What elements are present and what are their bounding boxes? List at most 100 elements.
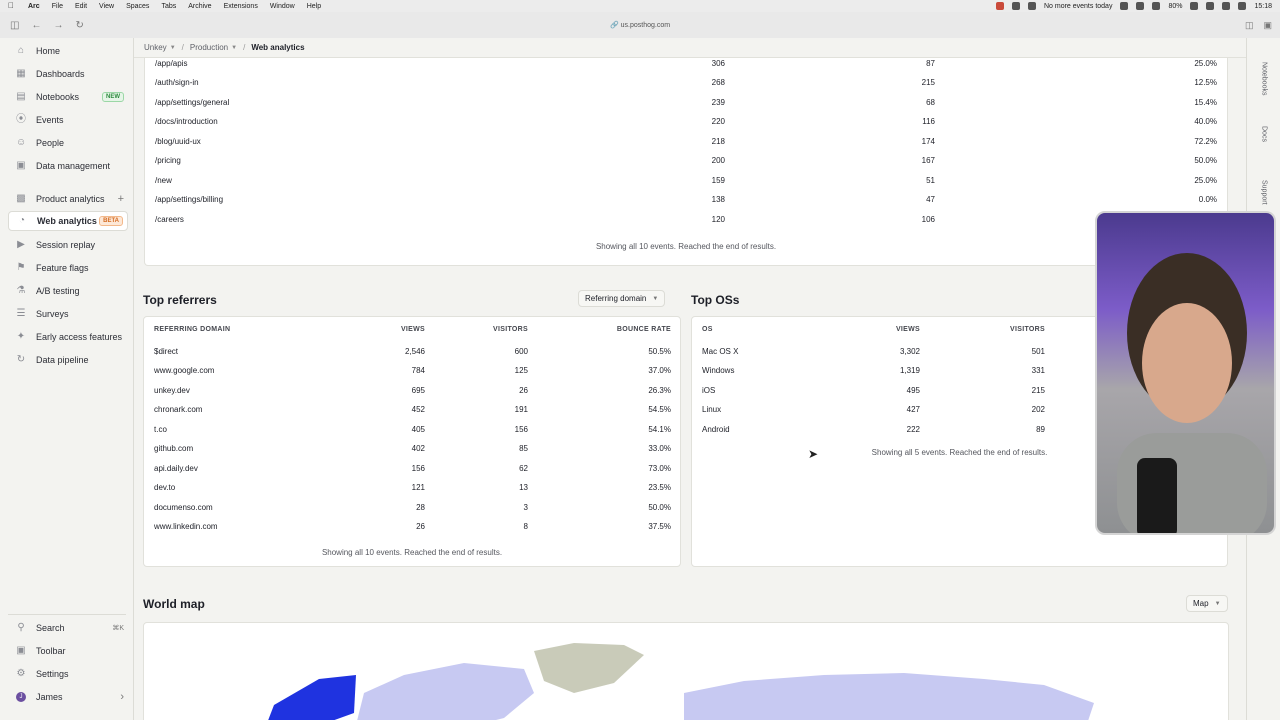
table-row[interactable]: t.co 405 156 54.1%: [144, 421, 682, 440]
menu-archive[interactable]: Archive: [188, 3, 211, 10]
bounce-cell: 54.1%: [648, 425, 671, 434]
table-row[interactable]: /blog/uuid-ux 218 174 72.2%: [145, 133, 1229, 152]
sidebar-item-dashboards[interactable]: ▦ Dashboards: [8, 64, 128, 84]
table-row[interactable]: www.linkedin.com 26 8 37.5%: [144, 518, 682, 537]
views-cell: 138: [711, 195, 725, 204]
menu-help[interactable]: Help: [307, 3, 321, 10]
split-view-icon[interactable]: ◫: [1245, 20, 1254, 31]
views-cell: 2,546: [404, 347, 425, 356]
column-header-bounce-rate[interactable]: BOUNCE RATE: [571, 326, 671, 333]
breadcrumb-project[interactable]: Production: [190, 43, 228, 52]
notebooks-panel-tab[interactable]: Notebooks: [1247, 58, 1280, 97]
table-row[interactable]: /app/settings/billing 138 47 0.0%: [145, 191, 1229, 210]
dropbox-icon[interactable]: [1120, 2, 1129, 10]
referrer-breakdown-dropdown[interactable]: Referring domain ▼: [578, 290, 666, 307]
sidebar-item-ab-testing[interactable]: ⚗ A/B testing: [8, 281, 128, 301]
sidebar-item-data-management[interactable]: ▣ Data management: [8, 156, 128, 176]
table-row[interactable]: www.google.com 784 125 37.0%: [144, 362, 682, 381]
url-text: us.posthog.com: [620, 22, 671, 29]
table-row[interactable]: documenso.com 28 3 50.0%: [144, 499, 682, 518]
column-header-domain[interactable]: REFERRING DOMAIN: [154, 326, 230, 333]
chevron-down-icon: ▼: [169, 44, 176, 51]
sidebar-item-toolbar[interactable]: ▣ Toolbar: [8, 641, 128, 661]
support-panel-tab[interactable]: Support: [1247, 176, 1280, 206]
battery-level[interactable]: 80%: [1168, 3, 1182, 10]
sidebar-item-label: Data pipeline: [36, 355, 89, 365]
panel-icon[interactable]: ▣: [1263, 20, 1272, 31]
table-row[interactable]: $direct 2,546 600 50.5%: [144, 343, 682, 362]
sidebar-item-web-analytics[interactable]: ◔ Web analytics BETA: [8, 211, 128, 231]
bluetooth-icon[interactable]: [1152, 2, 1161, 10]
calendar-icon[interactable]: [1027, 2, 1036, 10]
dropdown-value: Map: [1193, 599, 1209, 608]
sidebar-item-settings[interactable]: ⚙ Settings: [8, 664, 128, 684]
sidebar-item-surveys[interactable]: ☰ Surveys: [8, 304, 128, 324]
battery-icon[interactable]: [1190, 2, 1199, 10]
menu-window[interactable]: Window: [270, 3, 295, 10]
map-region-north-america[interactable]: [354, 663, 534, 720]
volume-icon[interactable]: [1136, 2, 1145, 10]
bounce-cell: 37.0%: [648, 366, 671, 375]
domain-cell: chronark.com: [154, 405, 203, 414]
breadcrumb-org[interactable]: Unkey: [144, 43, 167, 52]
path-cell: /app/settings/general: [155, 98, 230, 107]
views-cell: 452: [411, 405, 425, 414]
path-cell: /auth/sign-in: [155, 78, 199, 87]
menu-tabs[interactable]: Tabs: [161, 3, 176, 10]
table-row[interactable]: /docs/introduction 220 116 40.0%: [145, 113, 1229, 132]
map-region-europe-asia[interactable]: [684, 673, 1094, 720]
table-row[interactable]: /pricing 200 167 50.0%: [145, 152, 1229, 171]
column-header-views[interactable]: VIEWS: [345, 326, 425, 333]
wifi-icon[interactable]: [1206, 2, 1215, 10]
world-map[interactable]: [144, 623, 1229, 720]
sidebar-item-early-access[interactable]: ✦ Early access features: [8, 327, 128, 347]
table-row[interactable]: /careers 120 106: [145, 211, 1229, 230]
docs-panel-tab[interactable]: Docs: [1247, 122, 1280, 144]
map-region-greenland[interactable]: [534, 643, 644, 693]
sidebar-item-product-analytics[interactable]: ▩ Product analytics +: [8, 189, 128, 209]
visitors-cell: 68: [926, 98, 935, 107]
menu-spaces[interactable]: Spaces: [126, 3, 149, 10]
clock[interactable]: 15:18: [1254, 3, 1272, 10]
menu-file[interactable]: File: [52, 3, 63, 10]
map-view-dropdown[interactable]: Map ▼: [1186, 595, 1228, 612]
sidebar-item-session-replay[interactable]: ▶ Session replay: [8, 235, 128, 255]
table-row[interactable]: /app/settings/general 239 68 15.4%: [145, 94, 1229, 113]
sidebar-item-account[interactable]: J James ›: [8, 687, 128, 707]
map-region-alaska[interactable]: [264, 675, 356, 720]
table-row[interactable]: dev.to 121 13 23.5%: [144, 479, 682, 498]
apple-icon[interactable]: : [8, 1, 18, 11]
table-row[interactable]: api.daily.dev 156 62 73.0%: [144, 460, 682, 479]
column-header-views[interactable]: VIEWS: [840, 326, 920, 333]
column-header-visitors[interactable]: VISITORS: [965, 326, 1045, 333]
sidebar-item-notebooks[interactable]: ▤ Notebooks NEW: [8, 87, 128, 107]
calendar-status[interactable]: No more events today: [1044, 3, 1112, 10]
plus-icon[interactable]: +: [118, 193, 124, 205]
sidebar-item-feature-flags[interactable]: ⚑ Feature flags: [8, 258, 128, 278]
record-icon[interactable]: [995, 2, 1004, 10]
column-header-os[interactable]: OS: [702, 326, 713, 333]
table-row[interactable]: chronark.com 452 191 54.5%: [144, 401, 682, 420]
table-row[interactable]: /auth/sign-in 268 215 12.5%: [145, 74, 1229, 93]
sidebar-item-people[interactable]: ☺ People: [8, 133, 128, 153]
sidebar-item-search[interactable]: ⚲ Search ⌘K: [8, 618, 128, 638]
visitors-cell: 215: [921, 78, 935, 87]
spotlight-icon[interactable]: [1222, 2, 1231, 10]
sidebar-item-home[interactable]: ⌂ Home: [8, 41, 128, 61]
sidebar-item-label: Settings: [36, 669, 69, 679]
table-row[interactable]: /new 159 51 25.0%: [145, 172, 1229, 191]
table-row[interactable]: unkey.dev 695 26 26.3%: [144, 382, 682, 401]
menu-edit[interactable]: Edit: [75, 3, 87, 10]
visitors-cell: 174: [921, 137, 935, 146]
sidebar-item-data-pipeline[interactable]: ↻ Data pipeline: [8, 350, 128, 370]
table-row[interactable]: github.com 402 85 33.0%: [144, 440, 682, 459]
menu-view[interactable]: View: [99, 3, 114, 10]
url-bar[interactable]: 🔗 us.posthog.com: [0, 21, 1280, 29]
menu-extensions[interactable]: Extensions: [224, 3, 258, 10]
control-center-icon[interactable]: [1238, 2, 1247, 10]
sidebar-item-events[interactable]: ⦿ Events: [8, 110, 128, 130]
tray-app-icon[interactable]: [1011, 2, 1020, 10]
column-header-visitors[interactable]: VISITORS: [448, 326, 528, 333]
browser-toolbar: ◫ ← → ↻ 🔗 us.posthog.com ◫ ▣: [0, 12, 1280, 38]
menu-app[interactable]: Arc: [28, 3, 40, 10]
